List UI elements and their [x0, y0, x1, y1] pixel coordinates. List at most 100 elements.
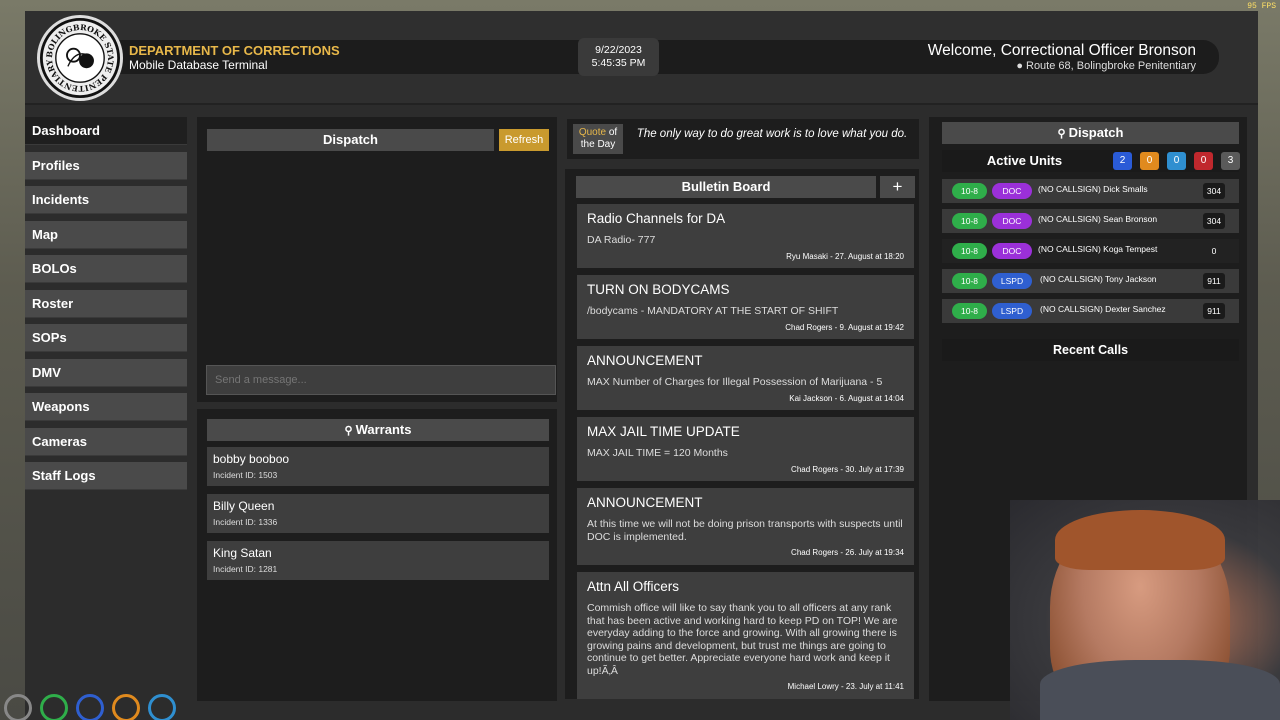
bulletin-item[interactable]: ANNOUNCEMENT MAX Number of Charges for I…	[577, 346, 914, 410]
bulletin-meta: Chad Rogers - 30. July at 17:39	[791, 464, 904, 474]
bulletin-meta: Kai Jackson - 6. August at 14:04	[789, 393, 904, 403]
bulletin-item[interactable]: Attn All Officers Commish office will li…	[577, 572, 914, 699]
unit-name: (NO CALLSIGN) Koga Tempest	[1038, 244, 1158, 254]
unit-row[interactable]: 10-8 LSPD (NO CALLSIGN) Dexter Sanchez 9…	[942, 299, 1239, 323]
seal-graphic: BOLINGBROKE STATE PENITENTIARY	[42, 20, 118, 96]
unit-status-badge[interactable]: 10-8	[952, 243, 987, 259]
unit-name: (NO CALLSIGN) Dexter Sanchez	[1040, 304, 1166, 314]
welcome-text: Welcome, Correctional Officer Bronson	[927, 42, 1196, 59]
quote-label: Quote of the Day	[573, 124, 623, 154]
quote-label-bottom: the Day	[580, 139, 616, 150]
active-units-label: Active Units	[986, 153, 1063, 168]
webcam-person-hair	[1055, 510, 1225, 570]
unit-radio-number: 0	[1211, 246, 1217, 256]
bulletin-title: ANNOUNCEMENT	[587, 495, 703, 510]
unit-status-badge[interactable]: 10-8	[952, 183, 987, 199]
add-bulletin-button[interactable]: +	[880, 176, 915, 198]
warrants-panel: ⚲ Warrants bobby booboo Incident ID: 1503…	[197, 409, 557, 701]
bulletin-body: MAX JAIL TIME = 120 Months	[587, 447, 728, 459]
unit-status-badge[interactable]: 10-8	[952, 273, 987, 289]
search-icon: ⚲	[1057, 128, 1066, 140]
sidebar: Dashboard Profiles Incidents Map BOLOs R…	[25, 117, 187, 497]
bulletin-item[interactable]: ANNOUNCEMENT At this time we will not be…	[577, 488, 914, 565]
bulletin-item[interactable]: Radio Channels for DA DA Radio- 777 Ryu …	[577, 204, 914, 268]
unit-row[interactable]: 10-8 LSPD (NO CALLSIGN) Tony Jackson 911	[942, 269, 1239, 293]
sidebar-item-weapons[interactable]: Weapons	[25, 393, 187, 421]
warrants-header: ⚲ Warrants	[207, 419, 549, 441]
hud-voice-icon	[4, 694, 32, 720]
unit-dept-badge: DOC	[992, 213, 1032, 229]
unit-name: (NO CALLSIGN) Dick Smalls	[1038, 184, 1148, 194]
sidebar-item-roster[interactable]: Roster	[25, 289, 187, 318]
bulletin-title: TURN ON BODYCAMS	[587, 282, 730, 297]
location-text: ● Route 68, Bolingbroke Penitentiary	[1016, 60, 1196, 72]
sidebar-item-sops[interactable]: SOPs	[25, 324, 187, 352]
bulletin-body: DA Radio- 777	[587, 234, 656, 246]
hud-thirst-icon	[148, 694, 176, 720]
sidebar-item-dashboard[interactable]: Dashboard	[25, 117, 187, 145]
unit-dept-badge: DOC	[992, 243, 1032, 259]
warrant-item[interactable]: Billy Queen Incident ID: 1336	[207, 494, 549, 533]
bulletin-title: MAX JAIL TIME UPDATE	[587, 424, 740, 439]
bulletin-board-title: Bulletin Board	[576, 176, 876, 198]
sidebar-item-incidents[interactable]: Incidents	[25, 186, 187, 214]
quote-label-of: of	[608, 127, 618, 138]
bulletin-body: MAX Number of Charges for Illegal Posses…	[587, 376, 883, 388]
unit-row[interactable]: 10-8 DOC (NO CALLSIGN) Koga Tempest 0	[942, 239, 1239, 263]
sidebar-item-bolos[interactable]: BOLOs	[25, 255, 187, 283]
sidebar-item-staff-logs[interactable]: Staff Logs	[25, 462, 187, 490]
unit-radio-number: 911	[1203, 303, 1225, 319]
unit-radio-number: 304	[1203, 183, 1225, 199]
refresh-button[interactable]: Refresh	[499, 129, 549, 151]
search-icon: ⚲	[344, 425, 353, 437]
dispatch-message-input[interactable]	[206, 365, 556, 395]
bulletin-title: Attn All Officers	[587, 579, 680, 594]
active-units-header: Active Units 2 0 0 0 3	[942, 150, 1240, 172]
unit-row[interactable]: 10-8 DOC (NO CALLSIGN) Dick Smalls 304	[942, 179, 1239, 203]
fps-counter: 95 FPS	[1247, 2, 1276, 11]
bulletin-meta: Michael Lowry - 23. July at 11:41	[787, 682, 904, 691]
unit-status-badge[interactable]: 10-8	[952, 303, 987, 319]
unit-name: (NO CALLSIGN) Tony Jackson	[1040, 274, 1157, 284]
warrant-item[interactable]: King Satan Incident ID: 1281	[207, 541, 549, 580]
warrant-item[interactable]: bobby booboo Incident ID: 1503	[207, 447, 549, 486]
hud-health-icon	[40, 694, 68, 720]
quote-of-the-day: Quote of the Day The only way to do grea…	[567, 119, 919, 159]
unit-name: (NO CALLSIGN) Sean Bronson	[1038, 214, 1158, 224]
dispatch-title: Dispatch	[207, 129, 494, 151]
bulletin-title: Radio Channels for DA	[587, 211, 726, 226]
bulletin-meta: Chad Rogers - 26. July at 19:34	[791, 548, 904, 557]
terminal-subtitle: Mobile Database Terminal	[129, 58, 268, 72]
unit-count-badge: 0	[1194, 152, 1213, 170]
bulletin-board-panel: Bulletin Board + Radio Channels for DA D…	[565, 169, 919, 699]
location-pin-icon: ●	[1016, 60, 1023, 72]
bulletin-body: At this time we will not be doing prison…	[587, 518, 903, 543]
unit-status-badge[interactable]: 10-8	[952, 213, 987, 229]
warrant-incident-id: Incident ID: 1336	[213, 517, 278, 527]
unit-dept-badge: LSPD	[992, 303, 1032, 319]
time-text: 5:45:35 PM	[591, 57, 646, 69]
webcam-person-shirt	[1040, 660, 1280, 720]
warrants-title: Warrants	[355, 422, 412, 437]
department-name: DEPARTMENT OF CORRECTIONS	[129, 43, 340, 58]
unit-radio-number: 304	[1203, 213, 1225, 229]
bulletin-item[interactable]: TURN ON BODYCAMS /bodycams - MANDATORY A…	[577, 275, 914, 339]
sidebar-item-dmv[interactable]: DMV	[25, 358, 187, 387]
right-dispatch-title: Dispatch	[1068, 125, 1124, 140]
quote-label-top: Quote	[578, 127, 607, 138]
penitentiary-seal-logo: BOLINGBROKE STATE PENITENTIARY	[37, 15, 123, 101]
right-dispatch-header: ⚲ Dispatch	[942, 122, 1239, 144]
unit-row[interactable]: 10-8 DOC (NO CALLSIGN) Sean Bronson 304	[942, 209, 1239, 233]
bulletin-item[interactable]: MAX JAIL TIME UPDATE MAX JAIL TIME = 120…	[577, 417, 914, 481]
unit-count-badge: 0	[1140, 152, 1159, 170]
sidebar-item-map[interactable]: Map	[25, 220, 187, 249]
header: BOLINGBROKE STATE PENITENTIARY DEPARTMEN…	[25, 11, 1258, 105]
sidebar-item-cameras[interactable]: Cameras	[25, 427, 187, 456]
quote-text: The only way to do great work is to love…	[636, 128, 908, 140]
sidebar-item-profiles[interactable]: Profiles	[25, 151, 187, 180]
bulletin-meta: Ryu Masaki - 27. August at 18:20	[786, 251, 904, 261]
unit-count-badge: 3	[1221, 152, 1240, 170]
game-hud	[0, 680, 180, 720]
datetime-box: 9/22/2023 5:45:35 PM	[578, 38, 659, 76]
unit-radio-number: 911	[1203, 273, 1225, 289]
